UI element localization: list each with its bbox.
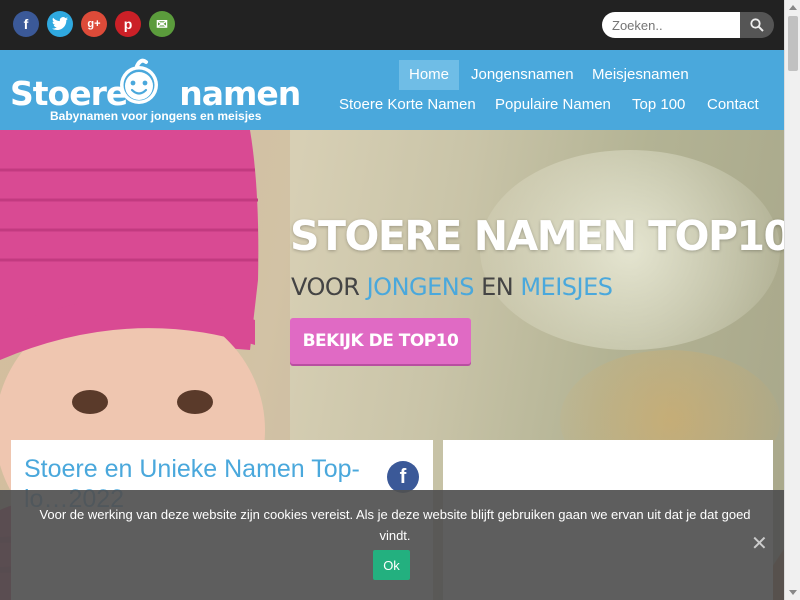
google-plus-icon[interactable]: g+ <box>81 11 107 37</box>
nav-top-100[interactable]: Top 100 <box>622 90 695 120</box>
close-icon[interactable]: ✕ <box>751 534 768 554</box>
nav-contact[interactable]: Contact <box>697 90 769 120</box>
nav-jongensnamen[interactable]: Jongensnamen <box>461 60 584 90</box>
baby-face-icon <box>120 58 158 104</box>
search-input[interactable] <box>602 12 740 38</box>
page-scrollbar[interactable] <box>784 0 800 600</box>
bekijk-top10-button[interactable]: BEKIJK DE TOP10 <box>290 318 471 364</box>
twitter-icon[interactable] <box>47 11 73 37</box>
search-icon <box>750 18 764 32</box>
site-logo[interactable]: Stoere namen Babynamen voor jongens en me… <box>10 56 301 123</box>
search-form <box>602 12 774 38</box>
nav-stoere-korte-namen[interactable]: Stoere Korte Namen <box>329 90 486 120</box>
facebook-icon[interactable]: f <box>13 11 39 37</box>
top-bar: f g+ p ✉ <box>0 0 784 50</box>
facebook-share-icon[interactable]: f <box>387 461 419 493</box>
main-nav: Home Jongensnamen Meisjesnamen Stoere Ko… <box>324 60 784 130</box>
cookie-ok-button[interactable]: Ok <box>373 550 410 580</box>
hero-title: STOERE NAMEN TOP10 <box>290 212 784 260</box>
logo-tagline: Babynamen voor jongens en meisjes <box>50 109 262 123</box>
site-header: Stoere namen Babynamen voor jongens en me… <box>0 50 784 130</box>
hero-subtitle: VOOR JONGENS EN MEISJES <box>291 273 613 301</box>
scroll-thumb[interactable] <box>788 16 798 71</box>
cookie-notice: Voor de werking van deze website zijn co… <box>0 490 784 600</box>
scroll-up-arrow-icon[interactable] <box>789 5 797 10</box>
scroll-down-arrow-icon[interactable] <box>789 590 797 595</box>
nav-home[interactable]: Home <box>399 60 460 90</box>
nav-meisjesnamen[interactable]: Meisjesnamen <box>582 60 699 90</box>
search-button[interactable] <box>740 12 774 38</box>
cookie-notice-text: Voor de werking van deze website zijn co… <box>39 507 751 543</box>
social-links: f g+ p ✉ <box>13 11 175 37</box>
mail-icon[interactable]: ✉ <box>149 11 175 37</box>
pinterest-icon[interactable]: p <box>115 11 141 37</box>
nav-populaire-namen[interactable]: Populaire Namen <box>485 90 621 120</box>
